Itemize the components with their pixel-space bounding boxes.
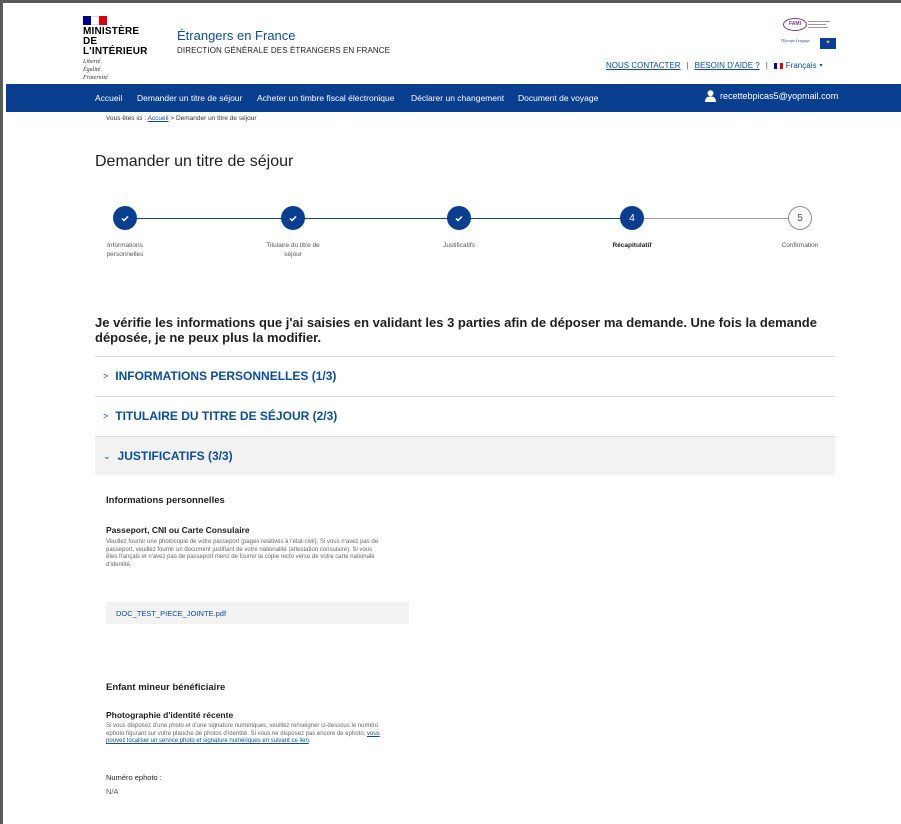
intro-text: Je vérifie les informations que j'ai sai… [95,315,817,345]
motto-line3: Fraternité [83,75,108,81]
attached-file[interactable]: DOC_TEST_PIECE_JOINTE.pdf [106,602,409,624]
step-connector [125,218,293,219]
breadcrumb-home-link[interactable]: Accueil [148,115,169,122]
breadcrumb-separator: > [170,115,175,122]
attached-file-name: DOC_TEST_PIECE_JOINTE.pdf [116,608,227,618]
doc-photo-help: Si vous disposez d'une photo et d'une si… [106,723,381,746]
nav-item-travel-document[interactable]: Document de voyage [518,93,598,103]
step-1-label-line2: personnelles [106,251,144,258]
help-link[interactable]: BESOIN D'AIDE ? [695,61,760,70]
site-header: MINISTÈRE DE L'INTÉRIEUR Liberté Égalité… [6,6,901,82]
site-title[interactable]: Étrangers en France [177,28,296,43]
top-links: NOUS CONTACTER | BESOIN D'AIDE ? | Franç… [606,61,823,70]
step-2-label-line2: séjour [284,251,302,258]
motto-line2: Égalité [83,67,101,73]
fami-logo: FAMI l'Europe s'engage ✦ [779,18,837,52]
step-2-check-icon [281,206,305,230]
link-separator: | [686,61,689,70]
step-1-label: Informations personnelles [80,241,170,259]
step-2-label-line1: Titulaire du titre de [266,242,320,249]
step-1-label-line1: Informations [107,242,143,249]
breadcrumb: Vous êtes ici : Accueil > Demander un ti… [106,115,257,122]
user-icon [705,90,716,102]
accordion-documents-title: JUSTIFICATIFS (3/3) [117,449,233,463]
nav-item-home[interactable]: Accueil [95,93,122,103]
ephoto-label: Numéro ephoto : [106,773,162,782]
step-connector [459,218,632,219]
caret-down-icon: ▾ [819,63,823,69]
french-flag-icon [773,62,783,69]
step-2-label: Titulaire du titre de séjour [248,241,338,259]
fami-logo-text [808,20,836,31]
ephoto-value: N/A [106,787,119,796]
doc-photo-help-text: Si vous disposez d'une photo et d'une si… [106,723,379,737]
doc-passport-help: Veuillez fournir une photocopie de votre… [106,539,379,568]
step-1-check-icon [113,206,137,230]
breadcrumb-prefix: Vous êtes ici : [106,115,147,122]
fami-logo-mark: FAMI [783,18,807,31]
fami-tagline: l'Europe s'engage [781,38,810,43]
eu-flag-icon: ✦ [820,38,836,49]
ministry-logo[interactable]: MINISTÈRE DE L'INTÉRIEUR Liberté Égalité… [83,16,163,81]
chevron-right-icon: > [103,411,109,421]
step-4-circle: 4 [620,206,644,230]
step-3-check-icon [447,206,471,230]
page-title: Demander un titre de séjour [95,153,294,170]
step-5-label: Confirmation [781,242,819,249]
language-label: Français [785,61,817,70]
accordion-documents[interactable]: ⌄ JUSTIFICATIFS (3/3) [95,436,835,475]
nav-item-buy-tax-stamp[interactable]: Acheter un timbre fiscal électronique [257,93,395,103]
site-subtitle: DIRECTION GÉNÉRALE DES ÉTRANGERS EN FRAN… [177,46,391,55]
chevron-down-icon: ⌄ [103,450,111,461]
main-nav: Accueil Demander un titre de séjour Ache… [6,84,901,112]
chevron-right-icon: > [103,371,109,381]
section-minor-child-title: Enfant mineur bénéficiaire [106,682,226,693]
step-connector [293,218,459,219]
link-separator: | [765,61,768,70]
user-account[interactable]: recettebpicas5@yopmail.com [705,90,838,102]
doc-photo-help-end: . [308,738,311,744]
step-4-label: Récapitulatif [612,242,652,249]
doc-passport-title: Passeport, CNI ou Carte Consulaire [106,525,250,535]
accordion-permit-holder-title: TITULAIRE DU TITRE DE SÉJOUR (2/3) [115,409,338,423]
step-5-circle: 5 [788,206,812,230]
step-3-label: Justificatifs [443,242,475,249]
republic-flag-icon [83,16,107,25]
nav-item-request-permit[interactable]: Demander un titre de séjour [137,93,242,103]
accordion-permit-holder[interactable]: > TITULAIRE DU TITRE DE SÉJOUR (2/3) [95,396,835,435]
language-selector[interactable]: Français ▾ [773,61,823,70]
progress-stepper: 4 5 Informations personnelles Titulaire … [3,203,901,273]
contact-link[interactable]: NOUS CONTACTER [606,61,681,70]
accordion-personal-info[interactable]: > INFORMATIONS PERSONNELLES (1/3) [95,356,835,395]
page-frame: MINISTÈRE DE L'INTÉRIEUR Liberté Égalité… [0,0,901,824]
ministry-name-line2: DE L'INTÉRIEUR [83,36,148,57]
motto-line1: Liberté [83,59,101,65]
user-email: recettebpicas5@yopmail.com [720,91,839,101]
breadcrumb-current: Demander un titre de séjour [175,115,257,122]
step-connector [632,218,800,219]
accordion-personal-info-title: INFORMATIONS PERSONNELLES (1/3) [115,369,337,383]
section-personal-info-title: Informations personnelles [106,495,225,506]
doc-photo-title: Photographie d'identité récente [106,710,234,720]
nav-item-declare-change[interactable]: Déclarer un changement [411,93,504,103]
